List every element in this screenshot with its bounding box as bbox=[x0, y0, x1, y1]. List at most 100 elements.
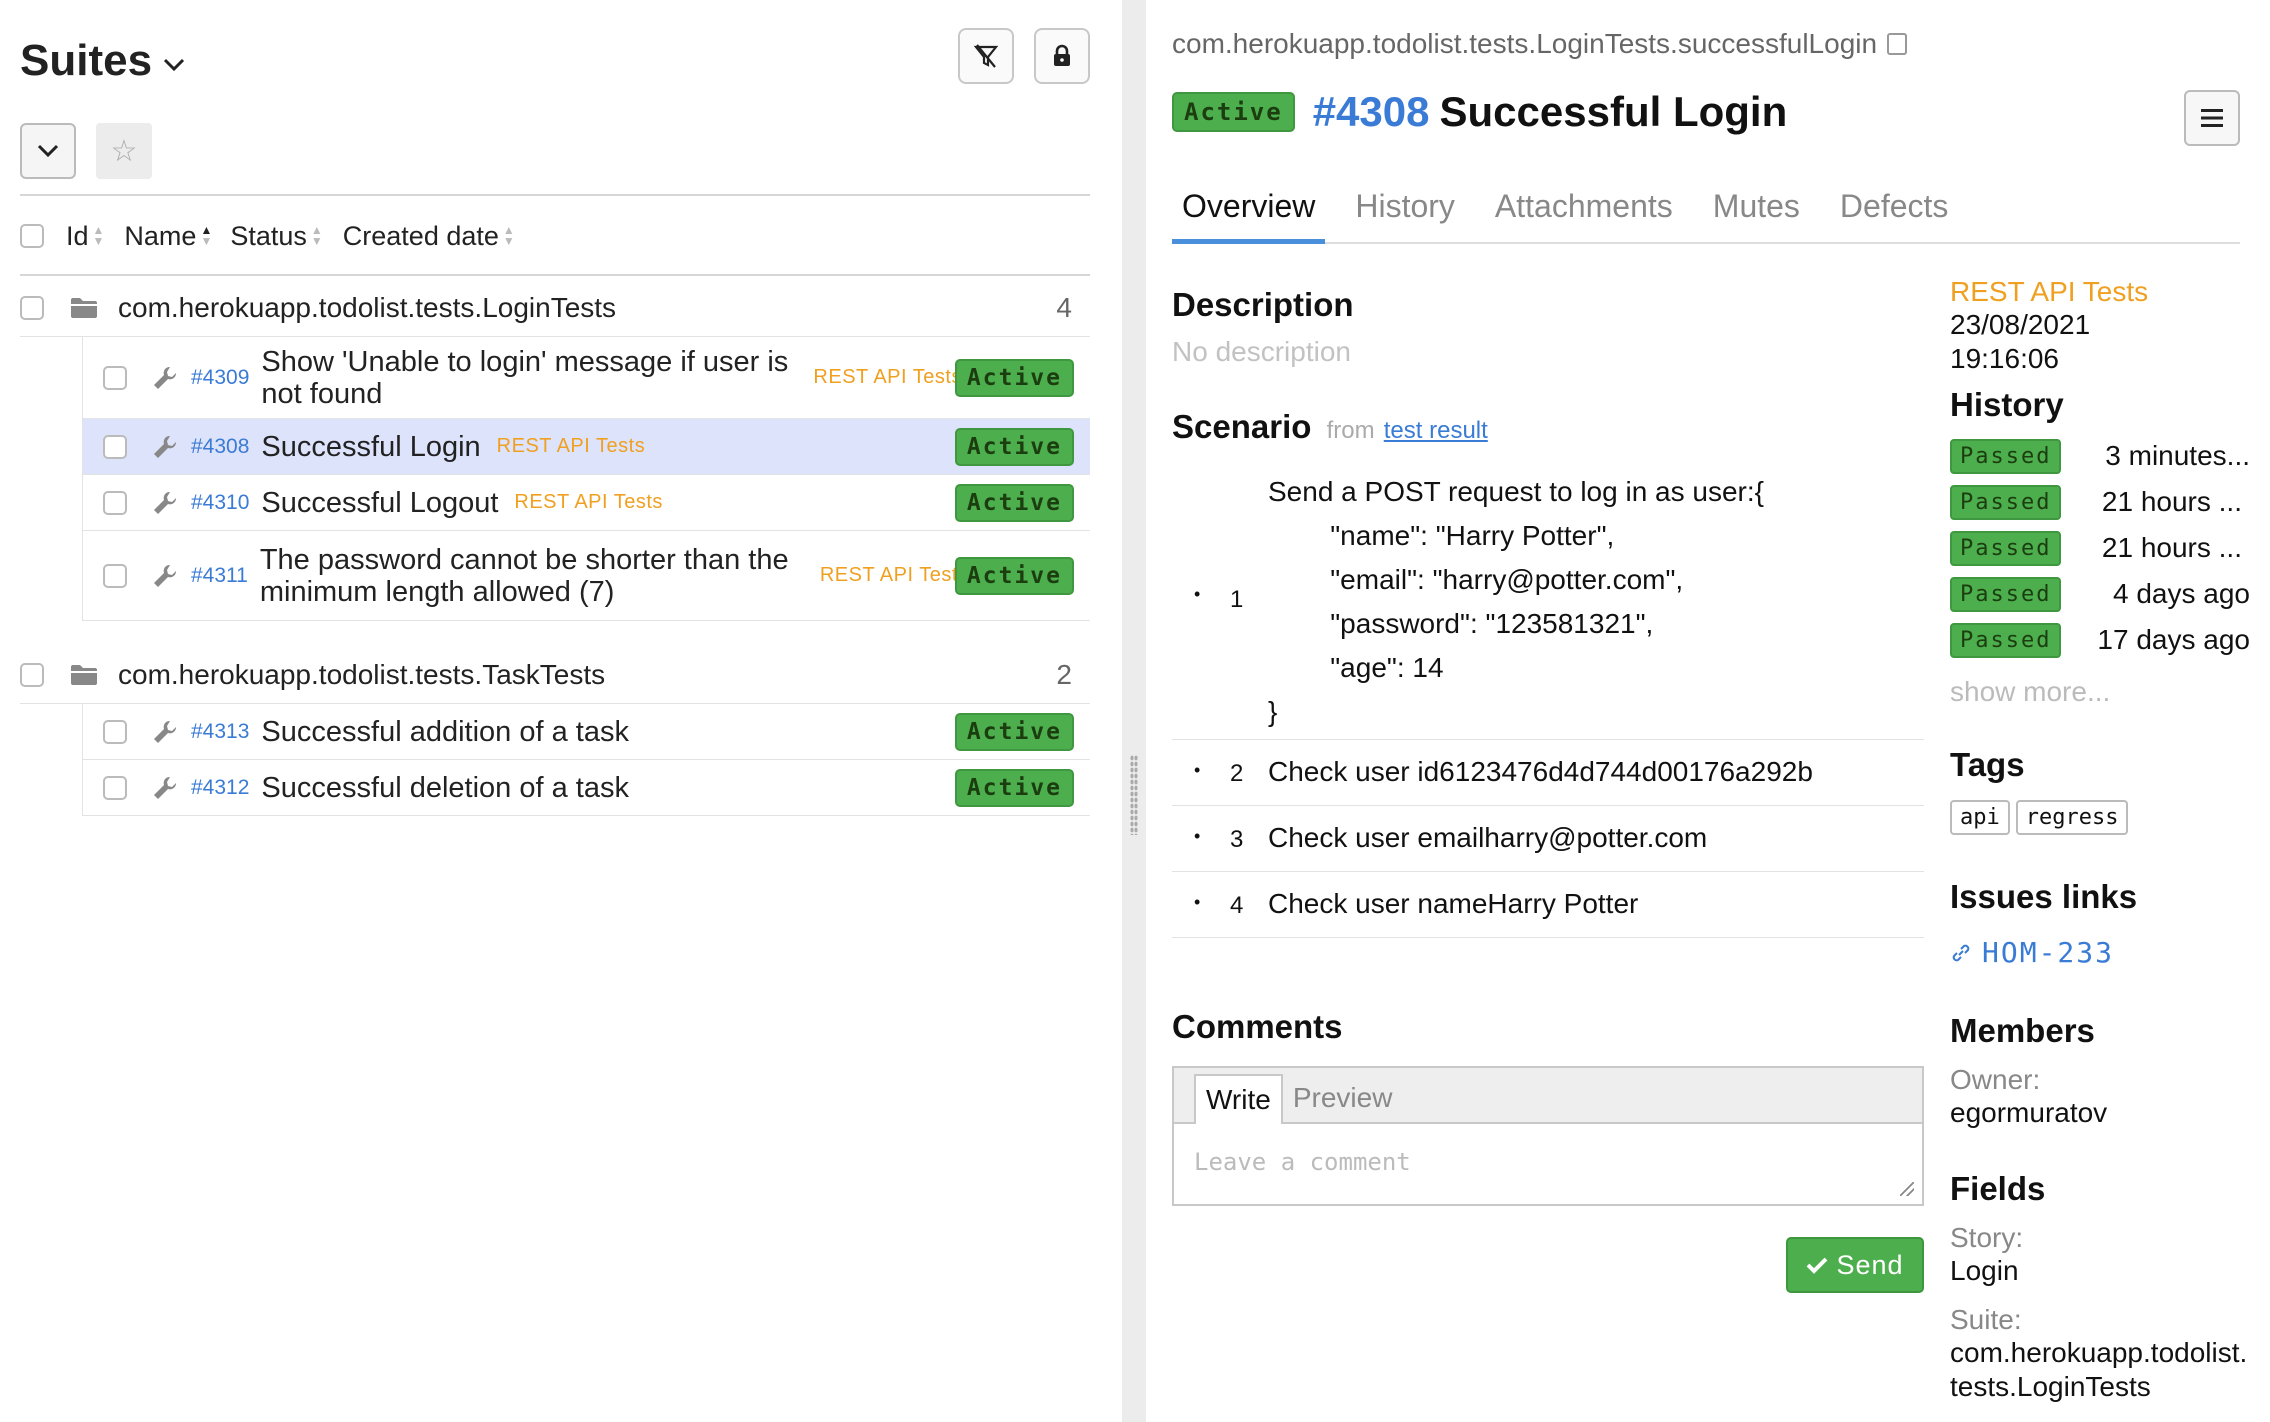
step-text: Send a POST request to log in as user:{ … bbox=[1268, 476, 1765, 727]
scenario-step: • 2 Check user id6123476d4d744d00176a292… bbox=[1172, 740, 1924, 806]
history-item[interactable]: Passed 4 days ago bbox=[1950, 576, 2250, 612]
comment-input[interactable]: Leave a comment bbox=[1174, 1124, 1922, 1200]
expand-all-button[interactable] bbox=[20, 123, 76, 179]
fqn-text: com.herokuapp.todolist.tests.LoginTests.… bbox=[1172, 28, 1878, 59]
tab-history[interactable]: History bbox=[1345, 186, 1465, 244]
star-icon: ☆ bbox=[110, 134, 138, 168]
wrench-icon bbox=[154, 491, 177, 514]
tab-write[interactable]: Write bbox=[1194, 1074, 1283, 1124]
suite-row[interactable]: com.herokuapp.todolist.tests.TaskTests 2 bbox=[20, 646, 1090, 704]
created-time-text: 19:16:06 bbox=[1950, 343, 2059, 374]
suite-checkbox[interactable] bbox=[20, 295, 44, 320]
suites-panel: Suites ☆ Id ▲ ▼ Name ▲ ▼ Status ▲ ▼ Crea… bbox=[0, 0, 1122, 1422]
case-checkbox[interactable] bbox=[103, 563, 127, 588]
case-row-selected[interactable]: #4308 Successful Login REST API Tests Ac… bbox=[82, 419, 1090, 475]
scenario-heading: Scenario from test result bbox=[1172, 408, 1488, 446]
case-checkbox[interactable] bbox=[103, 434, 127, 459]
status-badge: Active bbox=[954, 427, 1074, 466]
suites-dropdown[interactable]: Suites bbox=[20, 36, 186, 86]
suites-title: Suites bbox=[20, 36, 153, 85]
send-button[interactable]: Send bbox=[1786, 1237, 1924, 1293]
divider bbox=[20, 194, 1090, 196]
tab-defects[interactable]: Defects bbox=[1830, 186, 1958, 244]
tab-overview[interactable]: Overview bbox=[1172, 186, 1326, 244]
status-badge: Active bbox=[954, 712, 1074, 751]
case-checkbox[interactable] bbox=[103, 490, 127, 515]
case-checkbox[interactable] bbox=[103, 719, 127, 744]
clear-filter-button[interactable] bbox=[958, 28, 1014, 84]
case-row[interactable]: #4312 Successful deletion of a task Acti… bbox=[82, 760, 1090, 816]
owner-value: egormuratov bbox=[1950, 1097, 2108, 1128]
show-more-link[interactable]: show more... bbox=[1950, 676, 2110, 708]
tag[interactable]: regress bbox=[2015, 800, 2129, 835]
lock-button[interactable] bbox=[1034, 28, 1090, 84]
panel-splitter[interactable] bbox=[1122, 0, 1146, 1422]
tab-bar: Overview History Attachments Mutes Defec… bbox=[1172, 186, 2240, 244]
owner-label: Owner: bbox=[1950, 1064, 2041, 1095]
menu-button[interactable] bbox=[2184, 90, 2240, 146]
resize-handle-icon[interactable] bbox=[1900, 1182, 1914, 1196]
suite-label: Suite: bbox=[1950, 1304, 2022, 1335]
case-title: Show 'Unable to login' message if user i… bbox=[261, 345, 789, 410]
case-id[interactable]: #4309 bbox=[191, 366, 249, 390]
step-number: 4 bbox=[1230, 892, 1244, 919]
suite-count: 2 bbox=[1056, 658, 1072, 690]
test-result-link[interactable]: test result bbox=[1384, 417, 1488, 444]
case-row[interactable]: #4311 The password cannot be shorter tha… bbox=[82, 531, 1090, 621]
issues-heading: Issues links bbox=[1950, 878, 2138, 915]
description-text: No description bbox=[1172, 336, 1351, 367]
link-icon bbox=[1952, 944, 1970, 961]
history-item[interactable]: Passed 21 hours ... bbox=[1950, 530, 2250, 566]
step-number: 1 bbox=[1230, 586, 1244, 613]
suite-name: com.herokuapp.todolist.tests.TaskTests bbox=[118, 658, 606, 690]
col-created-date[interactable]: Created date bbox=[343, 221, 499, 252]
sort-icon: ▲ ▼ bbox=[310, 223, 323, 248]
case-layer: REST API Tests bbox=[496, 435, 646, 457]
copy-icon[interactable] bbox=[1887, 33, 1908, 55]
history-item[interactable]: Passed 17 days ago bbox=[1950, 622, 2250, 658]
tag[interactable]: api bbox=[1950, 800, 2010, 835]
case-title: The password cannot be shorter than the … bbox=[259, 543, 789, 608]
case-checkbox[interactable] bbox=[103, 775, 127, 800]
issue-link[interactable]: HOM-233 bbox=[1950, 936, 2114, 969]
created-date: 23/08/2021 19:16:06 bbox=[1950, 308, 2090, 376]
passed-badge: Passed bbox=[1950, 530, 2062, 566]
bullet-icon: • bbox=[1194, 826, 1201, 846]
description-heading: Description bbox=[1172, 286, 1354, 323]
case-detail-panel: com.herokuapp.todolist.tests.LoginTests.… bbox=[1146, 0, 2270, 1422]
case-id[interactable]: #4313 bbox=[191, 720, 249, 744]
suite-row[interactable]: com.herokuapp.todolist.tests.LoginTests … bbox=[20, 279, 1090, 337]
tab-mutes[interactable]: Mutes bbox=[1703, 186, 1810, 244]
tab-attachments[interactable]: Attachments bbox=[1485, 186, 1683, 244]
case-id[interactable]: #4312 bbox=[191, 776, 249, 800]
step-text: Check user id6123476d4d744d00176a292b bbox=[1268, 756, 1813, 787]
status-badge: Active bbox=[954, 483, 1074, 522]
history-when: 21 hours ... bbox=[2101, 532, 2242, 563]
wrench-icon bbox=[154, 776, 177, 799]
tags-list: api regress bbox=[1950, 800, 2134, 835]
wrench-icon bbox=[154, 435, 177, 458]
col-name[interactable]: Name bbox=[124, 221, 196, 252]
case-layer: REST API Tests bbox=[819, 564, 969, 586]
case-number: #4308 bbox=[1312, 88, 1430, 135]
fields-heading: Fields bbox=[1950, 1170, 2046, 1207]
case-id[interactable]: #4311 bbox=[191, 564, 248, 588]
select-all-checkbox[interactable] bbox=[20, 224, 44, 248]
favorite-button[interactable]: ☆ bbox=[96, 123, 152, 179]
case-row[interactable]: #4310 Successful Logout REST API Tests A… bbox=[82, 475, 1090, 531]
history-item[interactable]: Passed 21 hours ... bbox=[1950, 484, 2250, 520]
case-checkbox[interactable] bbox=[103, 365, 127, 390]
case-row[interactable]: #4309 Show 'Unable to login' message if … bbox=[82, 337, 1090, 419]
splitter-grip-icon[interactable] bbox=[1130, 755, 1138, 835]
tab-preview[interactable]: Preview bbox=[1283, 1074, 1403, 1122]
case-title: Successful deletion of a task bbox=[261, 771, 629, 804]
case-id[interactable]: #4310 bbox=[191, 491, 249, 515]
page-title: Successful Login bbox=[1439, 88, 1788, 135]
col-id[interactable]: Id bbox=[66, 221, 89, 252]
history-item[interactable]: Passed 3 minutes... bbox=[1950, 438, 2250, 474]
case-id[interactable]: #4308 bbox=[191, 435, 249, 459]
issue-key: HOM-233 bbox=[1982, 936, 2115, 969]
col-status[interactable]: Status bbox=[230, 221, 307, 252]
case-row[interactable]: #4313 Successful addition of a task Acti… bbox=[82, 704, 1090, 760]
suite-checkbox[interactable] bbox=[20, 662, 44, 687]
